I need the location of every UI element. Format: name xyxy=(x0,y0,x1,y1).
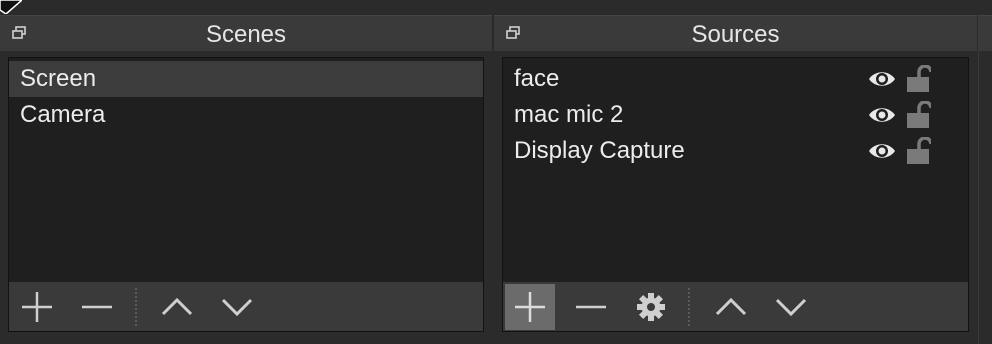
visibility-eye-icon[interactable] xyxy=(867,137,897,165)
add-source-button[interactable] xyxy=(505,284,555,330)
scenes-toolbar xyxy=(8,282,484,332)
move-down-icon xyxy=(221,298,253,317)
sources-toolbar xyxy=(502,282,969,332)
scene-item-label: Camera xyxy=(20,101,106,128)
scenes-dock: Scenes Screen Camera xyxy=(0,15,492,344)
move-source-down-button[interactable] xyxy=(767,284,815,330)
sources-dock-title: Sources xyxy=(691,21,780,48)
unlocked-padlock-icon[interactable] xyxy=(905,101,931,129)
source-item-mac-mic-2[interactable]: mac mic 2 xyxy=(503,97,968,133)
toolbar-separator xyxy=(688,288,690,326)
add-icon xyxy=(22,292,52,322)
add-scene-button[interactable] xyxy=(13,284,61,330)
mouse-cursor-icon xyxy=(0,0,22,14)
visibility-eye-icon[interactable] xyxy=(867,101,897,129)
scene-item-label: Screen xyxy=(20,65,97,92)
move-down-icon xyxy=(775,298,807,317)
scenes-list[interactable]: Screen Camera xyxy=(8,57,484,284)
scene-item-camera[interactable]: Camera xyxy=(9,97,483,133)
source-item-label: mac mic 2 xyxy=(514,101,624,128)
remove-icon xyxy=(82,305,112,309)
source-item-display-capture[interactable]: Display Capture xyxy=(503,133,968,169)
move-up-icon xyxy=(161,297,193,316)
move-scene-down-button[interactable] xyxy=(213,284,261,330)
unlocked-padlock-icon[interactable] xyxy=(905,137,931,165)
source-item-label: face xyxy=(514,65,560,92)
scenes-dock-title-bar[interactable]: Scenes xyxy=(0,15,492,51)
remove-icon xyxy=(576,305,606,309)
gear-icon xyxy=(637,293,665,321)
sources-dock-title-bar[interactable]: Sources xyxy=(494,15,977,51)
sources-dock: Sources face mac mic 2 Display Capture xyxy=(494,15,977,344)
visibility-eye-icon[interactable] xyxy=(867,65,897,93)
next-dock-title-bar-edge xyxy=(978,15,992,51)
sources-list[interactable]: face mac mic 2 Display Capture xyxy=(502,57,969,284)
add-icon xyxy=(515,292,545,322)
unlocked-padlock-icon[interactable] xyxy=(905,65,931,93)
move-up-icon xyxy=(715,297,747,316)
source-properties-button[interactable] xyxy=(627,284,675,330)
scene-item-screen[interactable]: Screen xyxy=(9,61,483,97)
remove-scene-button[interactable] xyxy=(73,284,121,330)
next-dock-edge xyxy=(978,50,979,344)
move-source-up-button[interactable] xyxy=(707,284,755,330)
source-item-face[interactable]: face xyxy=(503,61,968,97)
scenes-dock-title: Scenes xyxy=(205,21,287,48)
remove-source-button[interactable] xyxy=(567,284,615,330)
source-item-label: Display Capture xyxy=(514,137,685,164)
move-scene-up-button[interactable] xyxy=(153,284,201,330)
toolbar-separator xyxy=(135,288,137,326)
